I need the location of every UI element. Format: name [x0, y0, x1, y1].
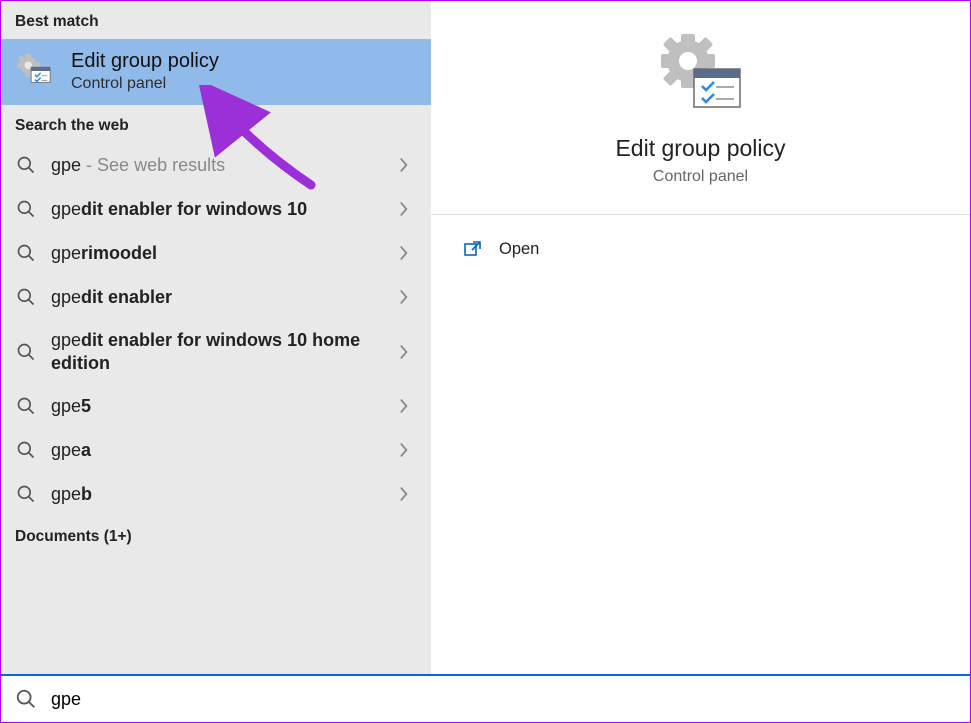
preview-title: Edit group policy [615, 135, 785, 162]
web-result[interactable]: gpedit enabler [1, 275, 431, 319]
web-result-label: gpedit enabler for windows 10 [51, 198, 399, 221]
web-result-label: gpedit enabler for windows 10 home editi… [51, 329, 399, 374]
open-action[interactable]: Open [459, 229, 942, 269]
search-web-header: Search the web [1, 105, 431, 143]
web-result[interactable]: gpedit enabler for windows 10 home editi… [1, 319, 431, 384]
web-result-label: gpe - See web results [51, 154, 399, 177]
web-result-label: gperimoodel [51, 242, 399, 265]
search-icon [15, 242, 37, 264]
web-result[interactable]: gpeb [1, 472, 431, 516]
documents-header: Documents (1+) [1, 516, 431, 554]
search-icon [15, 198, 37, 220]
chevron-right-icon [399, 398, 417, 414]
preview-pane: Edit group policy Control panel Open [431, 1, 970, 674]
web-result-label: gpea [51, 439, 399, 462]
chevron-right-icon [399, 289, 417, 305]
search-icon [15, 341, 37, 363]
best-match-subtitle: Control panel [71, 75, 219, 93]
chevron-right-icon [399, 201, 417, 217]
search-icon [15, 439, 37, 461]
search-bar[interactable] [1, 674, 970, 722]
chevron-right-icon [399, 245, 417, 261]
best-match-item[interactable]: Edit group policy Control panel [1, 39, 431, 105]
best-match-title: Edit group policy [71, 49, 219, 73]
chevron-right-icon [399, 486, 417, 502]
results-pane: Best match [1, 1, 431, 674]
web-result-label: gpedit enabler [51, 286, 399, 309]
web-result[interactable]: gpe - See web results [1, 143, 431, 187]
web-result-label: gpe5 [51, 395, 399, 418]
chevron-right-icon [399, 442, 417, 458]
preview-subtitle: Control panel [653, 168, 748, 186]
web-result[interactable]: gpe5 [1, 384, 431, 428]
search-input[interactable] [51, 689, 956, 710]
search-icon [15, 688, 37, 710]
group-policy-icon [15, 52, 53, 90]
search-icon [15, 154, 37, 176]
web-result-label: gpeb [51, 483, 399, 506]
web-result[interactable]: gpedit enabler for windows 10 [1, 187, 431, 231]
search-icon [15, 286, 37, 308]
search-icon [15, 395, 37, 417]
open-label: Open [499, 240, 539, 259]
open-external-icon [463, 239, 483, 259]
web-result[interactable]: gpea [1, 428, 431, 472]
group-policy-icon [656, 31, 746, 121]
web-result[interactable]: gperimoodel [1, 231, 431, 275]
chevron-right-icon [399, 344, 417, 360]
chevron-right-icon [399, 157, 417, 173]
search-icon [15, 483, 37, 505]
best-match-header: Best match [1, 1, 431, 39]
